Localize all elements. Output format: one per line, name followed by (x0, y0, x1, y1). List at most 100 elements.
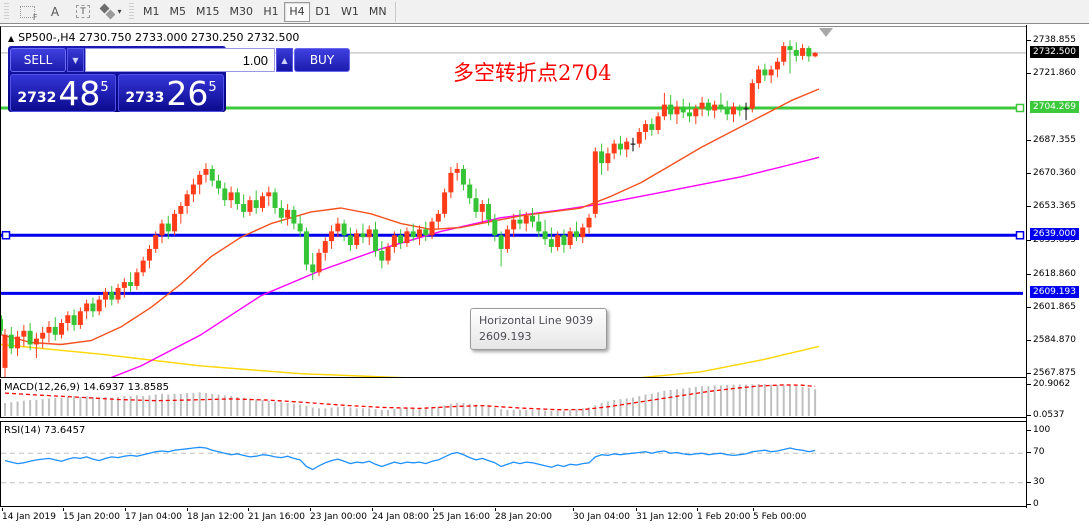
tooltip-value: 2609.193 (479, 329, 532, 343)
time-label: 21 Jan 16:00 (248, 512, 305, 522)
candle (46, 326, 52, 333)
price-label: 20.9062 (1033, 379, 1071, 389)
candle (712, 104, 718, 111)
toolbar-grip[interactable] (129, 2, 134, 21)
text-icon[interactable]: A (44, 2, 66, 22)
candle (184, 194, 190, 207)
volume-decrease-button[interactable]: ▼ (67, 48, 84, 72)
time-tick (636, 508, 637, 511)
candle (517, 219, 523, 224)
axis-tick (1027, 430, 1031, 431)
candle (548, 239, 554, 247)
buy-quote[interactable]: 2733 26 5 (118, 74, 224, 112)
hline-handle[interactable] (1015, 231, 1025, 240)
candle (718, 104, 724, 109)
axis-tick (1027, 240, 1031, 242)
rsi-label: RSI(14) 73.6457 (4, 425, 86, 436)
timeframe-button-h4[interactable]: H4 (284, 1, 310, 22)
candle (159, 223, 165, 236)
candle (643, 124, 649, 132)
axis-tick (1027, 306, 1031, 308)
price-label: 2601.865 (1033, 301, 1076, 312)
sell-quote[interactable]: 2732 48 5 (10, 74, 116, 112)
candle (297, 223, 303, 232)
timeframe-button-d1[interactable]: D1 (310, 2, 336, 22)
timeframe-button-w1[interactable]: W1 (336, 2, 364, 22)
timeframe-button-m5[interactable]: M5 (165, 2, 192, 22)
toolbar-grip[interactable] (4, 2, 9, 21)
candle (492, 219, 498, 236)
candle (617, 143, 623, 150)
buy-button[interactable]: BUY (294, 48, 350, 72)
candle (84, 303, 90, 312)
time-tick (433, 508, 434, 511)
candle (460, 168, 466, 185)
time-label: 30 Jan 04:00 (573, 512, 630, 522)
candle (448, 172, 454, 193)
expand-triangle-icon[interactable]: ▲ (8, 34, 14, 43)
time-label: 18 Jan 12:00 (187, 512, 244, 522)
hline-handle[interactable] (1015, 103, 1025, 113)
toolbar: F A T ▾ M1 M5 M15 M30 H1 H4 D1 W1 MN (0, 0, 1089, 24)
one-click-trading-panel: SELL ▼ ▲ BUY 2732485 2733265 (8, 46, 350, 112)
candle (77, 311, 83, 325)
timeframe-button-mn[interactable]: MN (364, 2, 392, 22)
axis-tick (1027, 384, 1031, 385)
candle (234, 192, 240, 205)
candle (373, 229, 379, 251)
timeframe-button-m1[interactable]: M1 (138, 2, 165, 22)
candle (71, 315, 77, 325)
rsi-panel[interactable] (0, 421, 1026, 507)
candle (743, 108, 749, 110)
candle (40, 332, 46, 339)
price-label-boxed: 2609.193 (1030, 286, 1079, 299)
price-label: 100 (1033, 425, 1051, 435)
time-axis[interactable]: 14 Jan 2019 15 Jan 20:00 17 Jan 04:00 18 Ja… (0, 508, 1089, 532)
timeframe-button-m15[interactable]: M15 (191, 2, 225, 22)
candle (322, 241, 328, 253)
price-label: 2738.855 (1033, 34, 1076, 45)
candle (109, 291, 115, 300)
candle (52, 326, 58, 335)
candle (668, 104, 674, 115)
candle (303, 231, 309, 265)
price-axis[interactable]: 2738.855 2721.860 2687.355 2670.360 2653.365… (1026, 25, 1089, 509)
tooltip-title: Horizontal Line 9039 (479, 314, 594, 327)
candle (655, 116, 661, 130)
candle (27, 330, 33, 345)
candle (781, 46, 787, 62)
chart-shift-icon[interactable] (819, 28, 833, 37)
text-label-icon[interactable]: T (72, 2, 94, 22)
candle (140, 260, 146, 273)
axis-tick (1027, 504, 1031, 505)
hline-handle[interactable] (1, 231, 11, 240)
candle (454, 168, 460, 173)
volume-input[interactable] (85, 48, 275, 72)
axis-tick (1027, 173, 1031, 175)
timeframe-button-m30[interactable]: M30 (225, 2, 259, 22)
chart-text-annotation[interactable]: 多空转折点2704 (453, 57, 611, 87)
axis-tick (1027, 452, 1031, 454)
candle (762, 69, 768, 76)
price-label-boxed: 2639.000 (1030, 228, 1079, 241)
candle (479, 204, 485, 212)
volume-increase-button[interactable]: ▲ (276, 48, 293, 72)
candle (172, 213, 178, 232)
candle (561, 235, 567, 246)
candle (102, 291, 108, 300)
candle (128, 282, 134, 286)
arrows-icon[interactable]: ▾ (100, 2, 122, 22)
candle (730, 106, 736, 115)
time-label: 14 Jan 2019 (2, 512, 56, 522)
fibonacci-icon[interactable]: F (16, 2, 38, 22)
candle (812, 52, 818, 57)
candle (693, 108, 699, 117)
candle (410, 231, 416, 238)
candle (442, 192, 448, 214)
timeframe-button-h1[interactable]: H1 (258, 2, 284, 22)
candle (278, 207, 284, 218)
sell-button[interactable]: SELL (10, 48, 66, 72)
candle (523, 215, 529, 224)
chevron-down-icon[interactable]: ▾ (117, 7, 121, 16)
candle (197, 174, 203, 185)
